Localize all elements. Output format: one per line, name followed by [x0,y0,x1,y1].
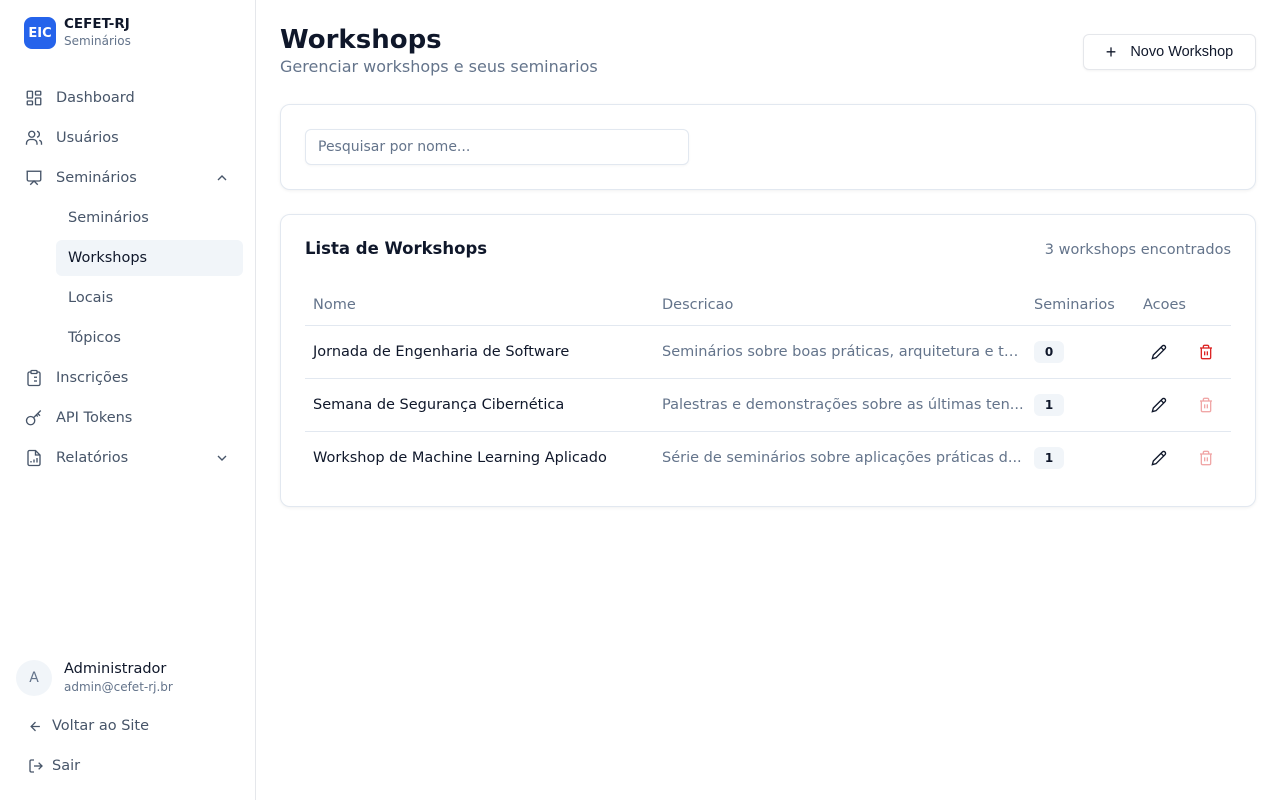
report-icon [24,448,44,468]
clipboard-icon [24,368,44,388]
table-row[interactable]: Workshop de Machine Learning Aplicado Sé… [305,431,1231,484]
sidebar-subitem-seminarios[interactable]: Seminários [56,200,243,236]
sidebar-item-label: API Tokens [56,410,133,426]
delete-button[interactable] [1190,336,1222,368]
logout-label: Sair [52,758,81,774]
back-to-site-label: Voltar ao Site [52,718,150,734]
actions-cell [1135,431,1231,484]
sidebar-subitem-locais[interactable]: Locais [56,280,243,316]
sidebar-item-usuarios[interactable]: Usuários [12,120,244,156]
actions-cell [1135,378,1231,432]
sidebar-item-inscricoes[interactable]: Inscrições [12,360,244,396]
sidebar-item-label: Relatórios [56,450,129,466]
search-input[interactable] [305,129,689,165]
new-workshop-label: Novo Workshop [1130,44,1234,60]
brand[interactable]: EIC CEFET-RJ Seminários [24,16,131,50]
trash-icon [1199,450,1212,466]
brand-title: CEFET-RJ [64,16,130,32]
dashboard-icon [24,88,44,108]
pencil-icon [1151,450,1167,466]
edit-button[interactable] [1143,336,1175,368]
sidebar-item-label: Inscrições [56,370,129,386]
seminars-cell: 1 [1026,378,1135,432]
sidebar-item-label: Dashboard [56,90,135,106]
trash-icon [1199,344,1212,359]
list-count: 3 workshops encontrados [1044,242,1231,258]
user-name: Administrador [64,661,167,677]
user-email: admin@cefet-rj.br [64,680,173,694]
logout-link[interactable]: Sair [28,756,80,776]
trash-icon [1199,397,1212,412]
workshop-description: Palestras e demonstrações sobre as últim… [654,378,1026,432]
sidebar-nav: Dashboard Usuários Seminários Seminários… [12,80,244,480]
actions-cell [1135,325,1231,379]
seminars-count-badge: 1 [1034,393,1064,416]
workshop-name: Workshop de Machine Learning Aplicado [313,449,607,466]
seminars-cell: 1 [1026,431,1135,484]
table-row[interactable]: Semana de Segurança Cibernética Palestra… [305,378,1231,432]
search-card [280,104,1256,190]
sidebar-item-seminarios[interactable]: Seminários [12,160,244,196]
users-icon [24,128,44,148]
sidebar: EIC CEFET-RJ Seminários Dashboard Usuári… [0,0,256,800]
sidebar-item-relatorios[interactable]: Relatórios [12,440,244,476]
edit-button[interactable] [1143,442,1175,474]
sidebar-item-label: Usuários [56,130,119,146]
workshop-description: Seminários sobre boas práticas, arquitet… [654,325,1026,379]
sidebar-item-api-tokens[interactable]: API Tokens [12,400,244,436]
seminars-cell: 0 [1026,325,1135,379]
logout-icon [28,758,44,774]
arrow-left-icon [28,718,44,734]
brand-subtitle: Seminários [64,34,131,48]
seminars-count-badge: 0 [1034,340,1064,363]
presentation-icon [24,168,44,188]
back-to-site-link[interactable]: Voltar ao Site [28,716,149,736]
user-profile: A Administrador admin@cefet-rj.br [16,660,173,696]
workshop-description: Série de seminários sobre aplicações prá… [662,449,1022,466]
page-title: Workshops [280,25,442,55]
column-header-name[interactable]: Nome [305,285,654,326]
workshops-card: Lista de Workshops 3 workshops encontrad… [280,214,1256,507]
delete-button[interactable] [1190,389,1222,421]
seminars-count-badge: 1 [1034,446,1064,469]
plus-icon: + [1105,42,1117,62]
list-title: Lista de Workshops [305,239,488,258]
workshop-name: Jornada de Engenharia de Software [305,325,654,379]
key-icon [24,408,44,428]
sidebar-item-label: Seminários [56,170,137,186]
brand-logo: EIC [24,17,56,49]
edit-button[interactable] [1143,389,1175,421]
sidebar-subitem-workshops[interactable]: Workshops [56,240,243,276]
table-row[interactable]: Jornada de Engenharia de Software Seminá… [305,325,1231,379]
table-header-row: Nome Descricao Seminarios Acoes [305,285,1231,326]
new-workshop-button[interactable]: + Novo Workshop [1083,34,1256,70]
pencil-icon [1151,344,1167,360]
workshops-table: Nome Descricao Seminarios Acoes Jornada … [305,285,1231,484]
page-subtitle: Gerenciar workshops e seus seminarios [280,57,598,76]
sidebar-subitem-topicos[interactable]: Tópicos [56,320,243,356]
column-header-seminars[interactable]: Seminarios [1026,285,1135,326]
delete-button[interactable] [1190,442,1222,474]
workshop-name: Semana de Segurança Cibernética [305,378,654,432]
pencil-icon [1151,397,1167,413]
column-header-description[interactable]: Descricao [654,285,1026,326]
chevron-up-icon [217,175,227,181]
chevron-down-icon [217,455,227,461]
avatar: A [16,660,52,696]
column-header-actions: Acoes [1135,285,1231,326]
sidebar-item-dashboard[interactable]: Dashboard [12,80,244,116]
